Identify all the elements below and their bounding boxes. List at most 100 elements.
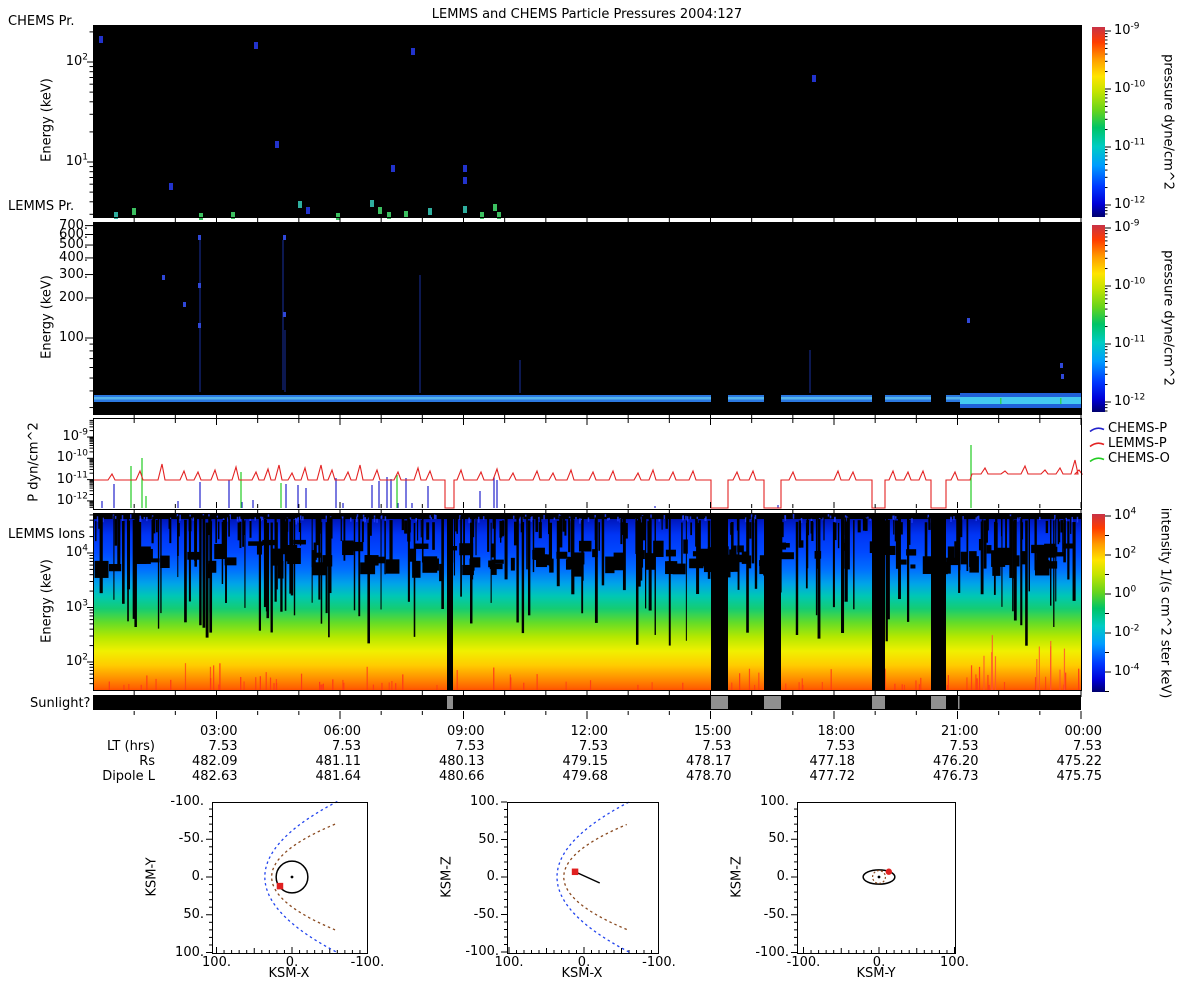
time-tick-label: 15:00 <box>694 724 732 739</box>
rs-value: 479.15 <box>562 754 609 769</box>
lt-value: 7.53 <box>579 739 608 754</box>
colorbar-tick-label: 10-4 <box>1114 662 1140 679</box>
y-axis-label-pdyn: P dyn/cm^2 <box>26 422 42 502</box>
dipole-value: 478.70 <box>686 769 732 784</box>
orbit-y-tick: 100. <box>470 794 499 809</box>
colorbar-tick-label: 100 <box>1114 584 1137 601</box>
orbit-x-tick: -100. <box>350 955 385 970</box>
orbit-x-tick: 0. <box>577 955 591 970</box>
orbit-y-tick: 50. <box>183 906 204 922</box>
figure-graphics <box>85 25 1111 954</box>
y-axis-label-energy-1: Energy (keV) <box>39 78 55 162</box>
time-tick-label: 03:00 <box>200 724 238 739</box>
tick-label: 10-10 <box>56 448 88 466</box>
time-tick-label: 12:00 <box>570 724 608 739</box>
time-tick-label: 06:00 <box>323 724 361 739</box>
rs-value: 478.17 <box>686 754 732 769</box>
tick-label: 102 <box>65 52 88 69</box>
colorbar-tick-label: 10-9 <box>1114 218 1140 235</box>
dipole-value: 482.63 <box>192 769 238 784</box>
lt-value: 7.53 <box>949 739 979 754</box>
colorbar-unit-pressure-1: pressure dyne/cm^2 <box>1160 54 1176 190</box>
tick-label: 10-9 <box>62 427 88 444</box>
y-axis-label-energy-2: Energy (keV) <box>39 275 55 359</box>
tick-label: 200. <box>59 289 88 305</box>
orbit-x-tick: 100. <box>940 955 969 970</box>
lt-value: 7.53 <box>1073 739 1102 754</box>
colorbar-unit-pressure-2: pressure dyne/cm^2 <box>1160 250 1176 386</box>
legend-item-lemms-p: LEMMS-P <box>1108 436 1167 451</box>
colorbar-tick-label: 10-10 <box>1114 79 1146 96</box>
colorbar-tick-label: 10-12 <box>1114 392 1146 409</box>
time-tick-label: 18:00 <box>817 724 855 739</box>
panel-label-sunlight: Sunlight? <box>30 696 91 711</box>
panel-label-lemms-pr: LEMMS Pr. <box>8 199 75 214</box>
dipole-value: 481.64 <box>315 769 362 784</box>
lt-value: 7.53 <box>332 739 361 754</box>
dipole-value: 475.75 <box>1056 769 1103 784</box>
orbit-x-tick: 100. <box>202 955 231 970</box>
orbit-y-tick: -50. <box>473 906 499 922</box>
row-label-dipole: Dipole L <box>102 769 155 784</box>
rs-value: 480.13 <box>439 754 485 769</box>
orbit-x-tick: -100. <box>642 955 676 970</box>
lt-value: 7.53 <box>208 739 238 754</box>
rs-value: 476.20 <box>933 754 979 769</box>
dipole-value: 480.66 <box>439 769 485 784</box>
tick-label: 103 <box>65 598 88 615</box>
orbit-y-tick: -50. <box>178 831 204 847</box>
time-tick-label: 00:00 <box>1064 724 1102 739</box>
time-tick-label: 21:00 <box>941 724 979 739</box>
tick-label: 400. <box>59 249 88 265</box>
colorbar-tick-label: 10-9 <box>1114 21 1140 38</box>
orbit-y-tick: 0. <box>776 869 789 884</box>
rs-value: 477.18 <box>809 754 856 769</box>
rs-value: 481.11 <box>315 754 362 769</box>
row-label-lt: LT (hrs) <box>106 739 155 754</box>
legend-item-chems-o: CHEMS-O <box>1108 451 1170 466</box>
orbit-y-tick: 0. <box>191 869 204 884</box>
panel-label-lemms-ions: LEMMS Ions <box>8 527 86 542</box>
colorbar-tick-label: 10-10 <box>1114 276 1146 293</box>
tick-label: 10-12 <box>56 491 88 508</box>
figure-root: LEMMS and CHEMS Particle Pressures 2004:… <box>0 0 1200 1000</box>
dipole-value: 476.73 <box>933 769 979 784</box>
colorbar-tick-label: 10-2 <box>1114 623 1140 640</box>
colorbar-unit-intensity: intensity 1/(s cm^2 ster keV) <box>1157 507 1173 699</box>
orbit-y-tick: -100. <box>465 944 499 959</box>
page-title: LEMMS and CHEMS Particle Pressures 2004:… <box>431 7 743 22</box>
orbit-y-tick: 50. <box>768 831 789 847</box>
orbit-y-tick: 0. <box>486 869 499 884</box>
orbit-y-tick: -100. <box>755 944 789 960</box>
colorbar-tick-label: 102 <box>1114 545 1137 562</box>
orbit-y-tick: -50. <box>763 906 789 922</box>
time-tick-label: 09:00 <box>447 724 485 739</box>
lt-value: 7.53 <box>826 739 855 754</box>
colorbar-tick-label: 10-11 <box>1114 334 1146 351</box>
tick-label: 101 <box>65 152 88 169</box>
orbit-y-tick: 100. <box>760 793 789 809</box>
dipole-value: 479.68 <box>562 769 609 784</box>
tick-label: 102 <box>65 652 88 669</box>
dipole-value: 477.72 <box>809 769 856 784</box>
rs-value: 475.22 <box>1056 754 1103 769</box>
lt-value: 7.53 <box>455 739 485 754</box>
tick-label: 104 <box>65 543 88 560</box>
colorbar-tick-label: 10-11 <box>1114 137 1146 154</box>
orbit-y-tick: 100. <box>175 944 204 960</box>
orbit-x-tick: 0. <box>872 955 886 970</box>
orbit-x-tick: 0. <box>285 955 299 970</box>
orbit-x-tick: -100. <box>786 955 821 970</box>
orbit-y-tick: -100. <box>170 793 204 809</box>
colorbar-tick-label: 104 <box>1114 506 1137 523</box>
tick-label: 10-11 <box>56 470 88 487</box>
tick-label: 100. <box>59 330 88 345</box>
legend-item-chems-p: CHEMS-P <box>1108 421 1168 436</box>
orbit-y-tick: 50. <box>478 831 499 847</box>
colorbar-tick-label: 10-12 <box>1114 195 1146 212</box>
lt-value: 7.53 <box>702 739 732 754</box>
row-label-rs: Rs <box>139 754 155 769</box>
rs-value: 482.09 <box>192 754 238 769</box>
panel-label-chems-pr: CHEMS Pr. <box>8 14 75 29</box>
tick-label: 300. <box>59 266 88 282</box>
